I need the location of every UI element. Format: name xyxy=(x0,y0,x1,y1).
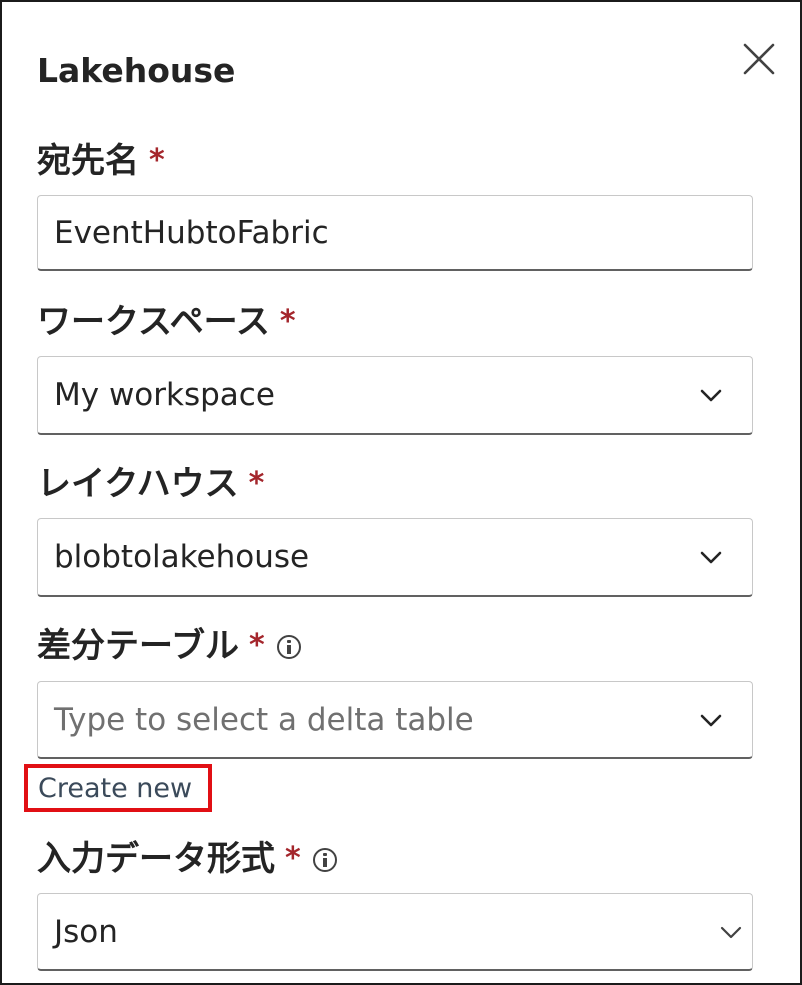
chevron-down-icon xyxy=(700,551,722,565)
lakehouse-dropdown[interactable]: blobtolakehouse xyxy=(37,518,753,597)
lakehouse-label: レイクハウス * xyxy=(37,467,264,501)
info-icon[interactable] xyxy=(312,848,337,872)
workspace-label: ワークスペース * xyxy=(37,305,296,339)
chevron-down-icon xyxy=(700,389,722,403)
required-mark: * xyxy=(248,466,265,501)
destination-name-label-text: 宛先名 xyxy=(37,141,139,181)
destination-name-label: 宛先名 * xyxy=(37,144,165,178)
destination-name-value: EventHubtoFabric xyxy=(54,214,329,251)
destination-name-input[interactable]: EventHubtoFabric xyxy=(37,195,753,271)
delta-table-placeholder: Type to select a delta table xyxy=(54,701,474,738)
workspace-value: My workspace xyxy=(54,377,275,413)
chevron-down-icon xyxy=(720,926,742,940)
lakehouse-panel: Lakehouse 宛先名 * EventHubtoFabric ワークスペース… xyxy=(0,0,802,985)
workspace-label-text: ワークスペース xyxy=(37,302,270,342)
create-new-link[interactable]: Create new xyxy=(24,764,212,812)
chevron-down-icon xyxy=(700,714,722,728)
lakehouse-label-text: レイクハウス xyxy=(37,464,239,504)
input-format-dropdown[interactable]: Json xyxy=(37,893,753,971)
input-format-label-text: 入力データ形式 xyxy=(37,839,275,879)
delta-table-dropdown[interactable]: Type to select a delta table xyxy=(37,681,753,759)
delta-table-label-text: 差分テーブル xyxy=(37,626,239,666)
required-mark: * xyxy=(279,304,296,339)
info-icon[interactable] xyxy=(276,635,301,659)
required-mark: * xyxy=(149,143,165,178)
input-format-label: 入力データ形式 * xyxy=(37,842,337,876)
required-mark: * xyxy=(248,628,265,663)
close-icon[interactable] xyxy=(740,40,778,78)
panel-title: Lakehouse xyxy=(37,51,236,90)
required-mark: * xyxy=(285,841,301,876)
delta-table-label: 差分テーブル * xyxy=(37,629,301,663)
lakehouse-value: blobtolakehouse xyxy=(54,539,310,575)
workspace-dropdown[interactable]: My workspace xyxy=(37,356,753,435)
input-format-value: Json xyxy=(54,913,118,950)
